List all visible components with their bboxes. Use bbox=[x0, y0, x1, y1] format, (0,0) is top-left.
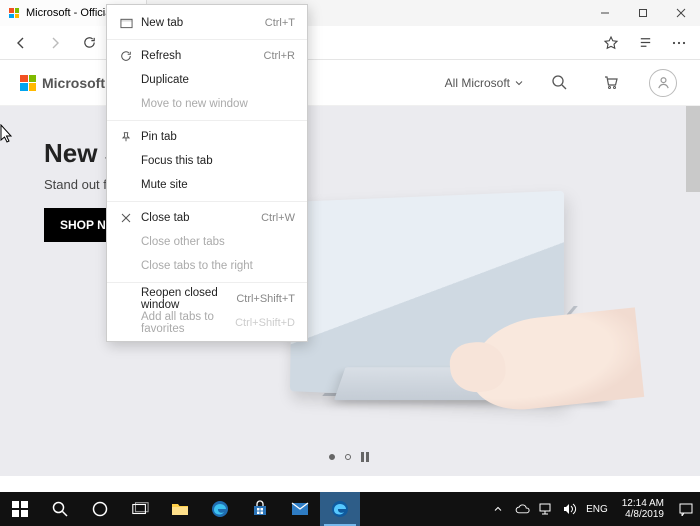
ctx-move-window: Move to new window bbox=[107, 92, 307, 116]
search-icon[interactable] bbox=[542, 66, 576, 100]
hero-banner: New Surface Pro 6 Stand out from the ord… bbox=[0, 106, 700, 476]
ctx-close-right: Close tabs to the right bbox=[107, 254, 307, 278]
ctx-add-favorites: Add all tabs to favoritesCtrl+Shift+D bbox=[107, 311, 307, 335]
tray-notifications-icon[interactable] bbox=[678, 501, 694, 517]
more-button[interactable] bbox=[664, 28, 694, 58]
carousel-pause-icon[interactable] bbox=[361, 452, 371, 462]
refresh-icon bbox=[117, 50, 135, 62]
ctx-focus-tab[interactable]: Focus this tab bbox=[107, 149, 307, 173]
all-microsoft-menu[interactable]: All Microsoft bbox=[445, 76, 524, 90]
carousel-pager bbox=[329, 452, 371, 462]
window-minimize[interactable] bbox=[586, 0, 624, 26]
close-icon bbox=[117, 213, 135, 223]
cortana-button[interactable] bbox=[80, 492, 120, 526]
site-header: Microsoft All Microsoft bbox=[0, 60, 700, 106]
ctx-close-other: Close other tabs bbox=[107, 230, 307, 254]
cart-icon[interactable] bbox=[594, 66, 628, 100]
start-button[interactable] bbox=[0, 492, 40, 526]
tray-clock[interactable]: 12:14 AM 4/8/2019 bbox=[616, 498, 670, 520]
tray-language[interactable]: ENG bbox=[586, 504, 608, 515]
ctx-close-tab[interactable]: Close tabCtrl+W bbox=[107, 206, 307, 230]
ctx-refresh[interactable]: RefreshCtrl+R bbox=[107, 44, 307, 68]
window-close[interactable] bbox=[662, 0, 700, 26]
browser-titlebar: Microsoft - Official H × + bbox=[0, 0, 700, 26]
carousel-dot[interactable] bbox=[345, 454, 351, 460]
all-microsoft-label: All Microsoft bbox=[445, 76, 510, 90]
pin-icon bbox=[117, 131, 135, 143]
tray-volume-icon[interactable] bbox=[562, 501, 578, 517]
ms-favicon bbox=[8, 7, 20, 19]
account-button[interactable] bbox=[646, 66, 680, 100]
forward-button[interactable] bbox=[40, 28, 70, 58]
ctx-duplicate[interactable]: Duplicate bbox=[107, 68, 307, 92]
ctx-mute-site[interactable]: Mute site bbox=[107, 173, 307, 197]
tray-chevron-up-icon[interactable] bbox=[490, 501, 506, 517]
cursor-icon bbox=[0, 124, 14, 144]
microsoft-logo[interactable]: Microsoft bbox=[20, 75, 105, 91]
tray-date: 4/8/2019 bbox=[622, 509, 664, 520]
ctx-reopen[interactable]: Reopen closed windowCtrl+Shift+T bbox=[107, 287, 307, 311]
windows-taskbar: ENG 12:14 AM 4/8/2019 bbox=[0, 492, 700, 526]
file-explorer-task[interactable] bbox=[160, 492, 200, 526]
scrollbar-thumb[interactable] bbox=[686, 106, 700, 192]
back-button[interactable] bbox=[6, 28, 36, 58]
task-view-button[interactable] bbox=[120, 492, 160, 526]
refresh-button[interactable] bbox=[74, 28, 104, 58]
edge-legacy-task[interactable] bbox=[200, 492, 240, 526]
tab-context-menu: New tabCtrl+T RefreshCtrl+R Duplicate Mo… bbox=[106, 4, 308, 342]
person-icon bbox=[656, 75, 671, 90]
mail-task[interactable] bbox=[280, 492, 320, 526]
reading-list-button[interactable] bbox=[630, 28, 660, 58]
tray-time: 12:14 AM bbox=[622, 498, 664, 509]
edge-task-active[interactable] bbox=[320, 492, 360, 526]
brand-text: Microsoft bbox=[42, 75, 105, 91]
store-task[interactable] bbox=[240, 492, 280, 526]
favorite-button[interactable] bbox=[596, 28, 626, 58]
window-maximize[interactable] bbox=[624, 0, 662, 26]
tray-onedrive-icon[interactable] bbox=[514, 501, 530, 517]
search-button[interactable] bbox=[40, 492, 80, 526]
carousel-dot-active[interactable] bbox=[329, 454, 335, 460]
system-tray: ENG 12:14 AM 4/8/2019 bbox=[490, 498, 700, 520]
tray-network-icon[interactable] bbox=[538, 501, 554, 517]
browser-toolbar bbox=[0, 26, 700, 60]
ctx-new-tab[interactable]: New tabCtrl+T bbox=[107, 11, 307, 35]
new-tab-icon bbox=[117, 17, 135, 29]
chevron-down-icon bbox=[514, 78, 524, 88]
ctx-pin-tab[interactable]: Pin tab bbox=[107, 125, 307, 149]
